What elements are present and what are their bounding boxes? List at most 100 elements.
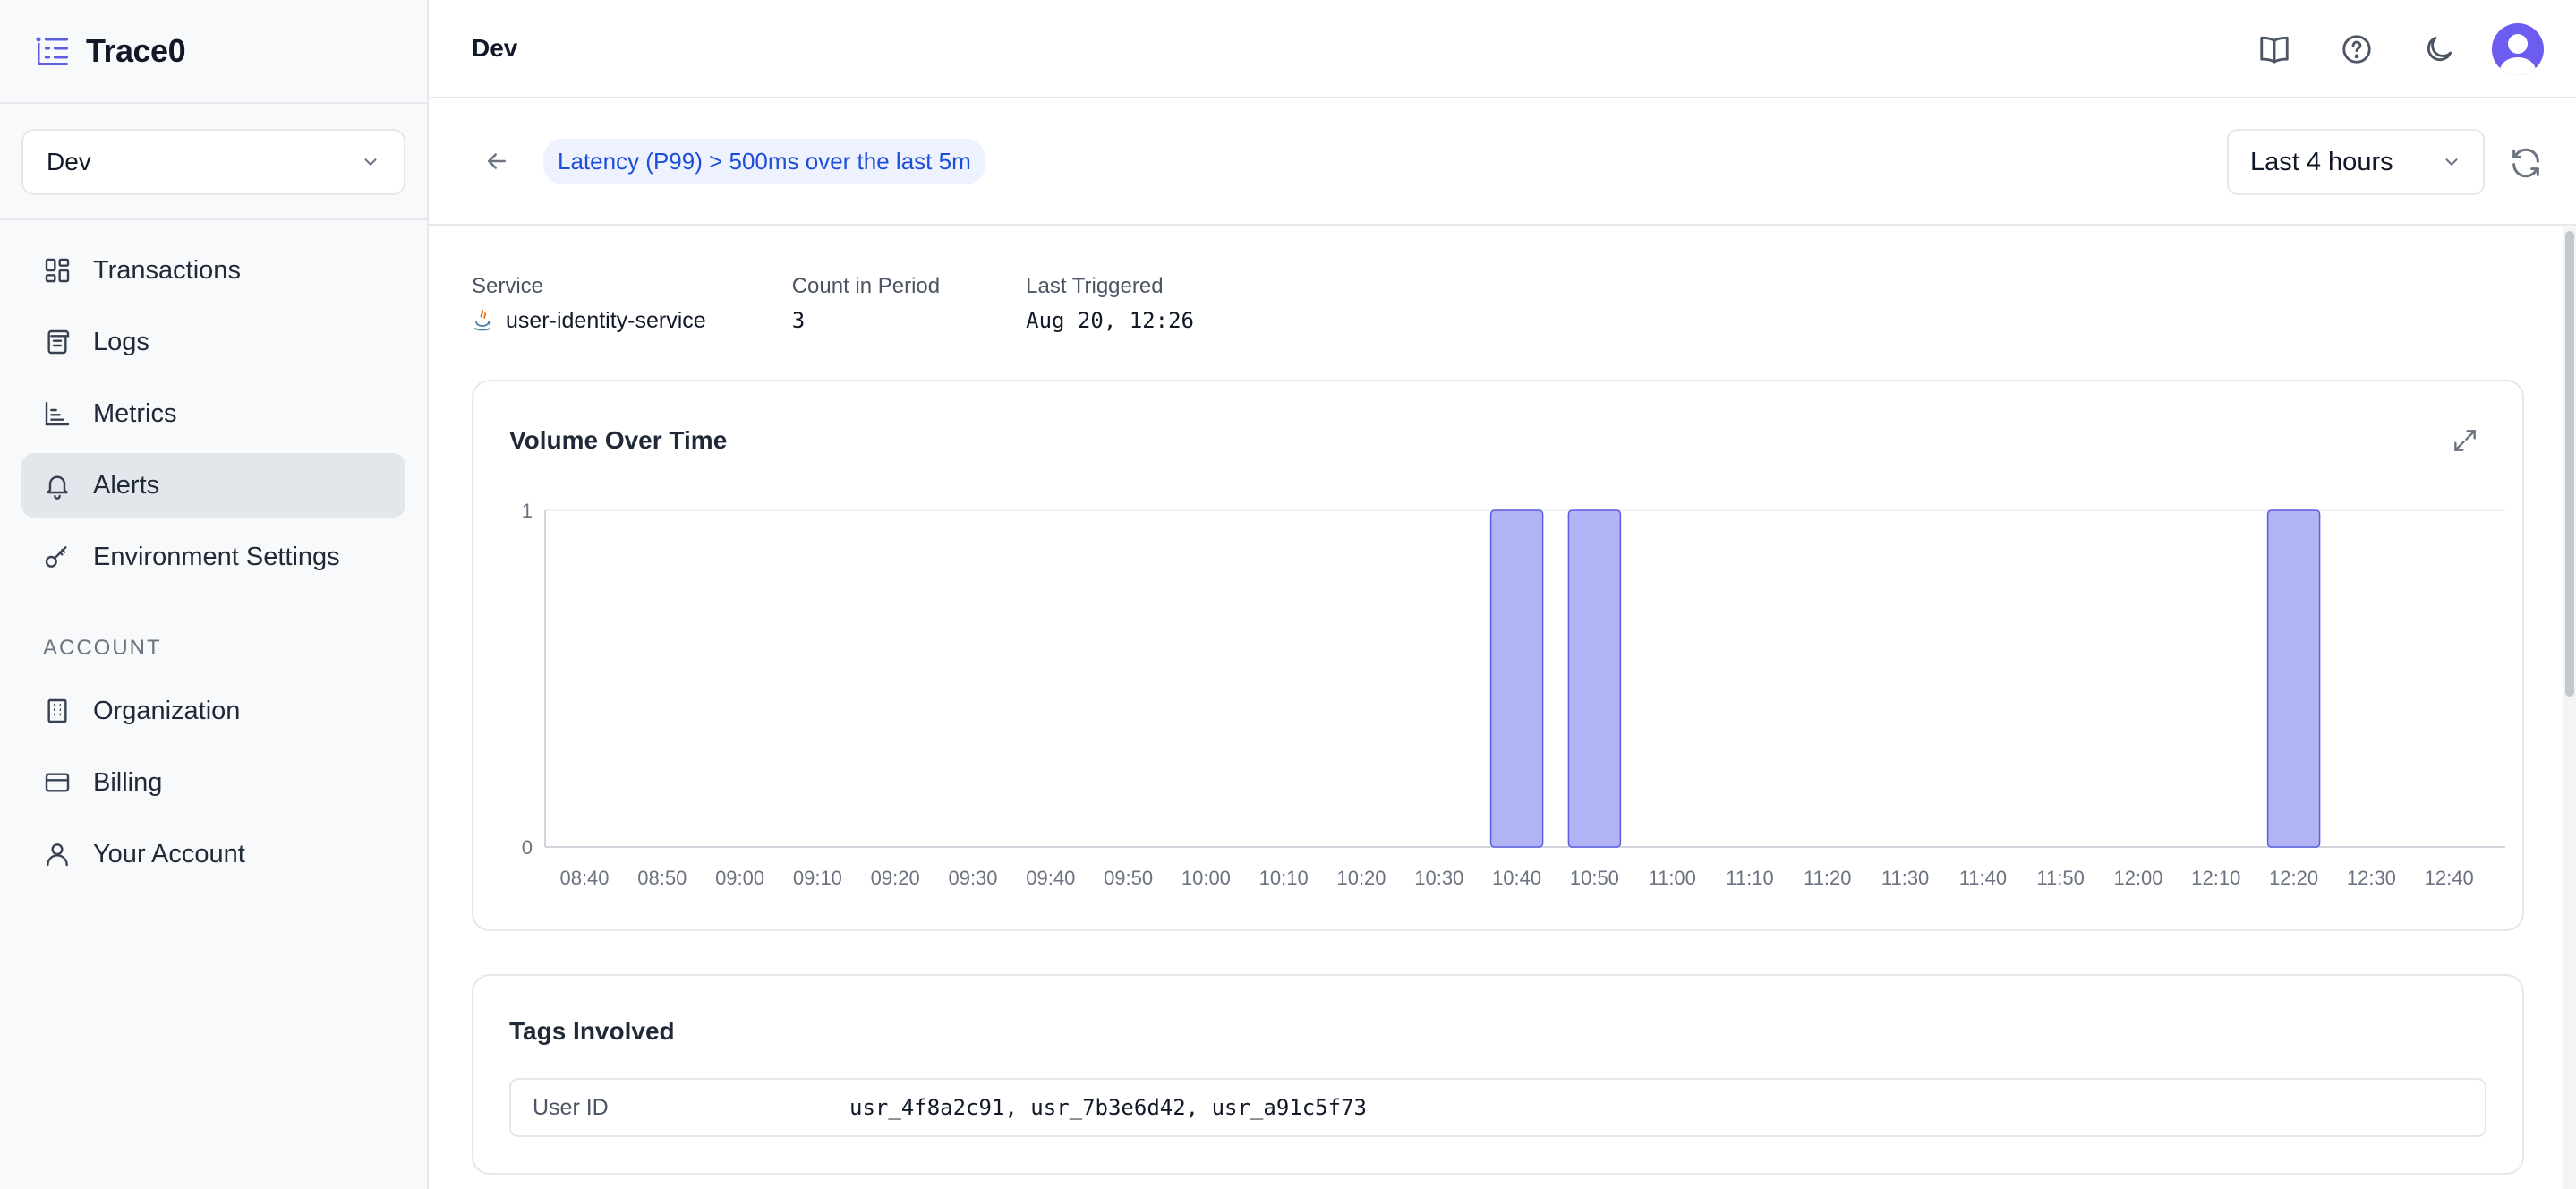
scroll-icon <box>47 329 70 355</box>
x-tick-label: 09:10 <box>793 867 842 889</box>
sidebar-item-logs[interactable]: Logs <box>21 310 405 374</box>
service-info: Service user-identity-service <box>472 274 706 334</box>
brand[interactable]: Trace0 <box>0 0 427 104</box>
y-tick-label: 0 <box>522 836 533 859</box>
x-tick-label: 09:50 <box>1104 867 1153 889</box>
x-tick-label: 10:40 <box>1492 867 1541 889</box>
tag-row: User ID usr_4f8a2c91, usr_7b3e6d42, usr_… <box>509 1078 2486 1137</box>
environment-select-value: Dev <box>47 148 91 175</box>
sidebar-item-label: Billing <box>93 767 163 797</box>
key-icon <box>45 546 67 568</box>
grid-icon <box>45 258 70 283</box>
alert-header: Latency (P99) > 500ms over the last 5m L… <box>429 98 2576 226</box>
logo-icon <box>36 37 68 65</box>
sidebar-item-label: Metrics <box>93 398 177 428</box>
theme-toggle-button[interactable] <box>2410 20 2469 79</box>
x-tick-label: 09:30 <box>948 867 997 889</box>
x-tick-label: 11:00 <box>1648 867 1695 889</box>
sidebar-item-your-account[interactable]: Your Account <box>21 822 405 886</box>
sidebar: Trace0 Dev Transactions Logs Metrics Ale… <box>0 0 429 1189</box>
page-title: Dev <box>472 34 518 62</box>
chart-bar <box>2266 509 2321 848</box>
x-tick-label: 12:00 <box>2113 867 2162 889</box>
credit-card-icon <box>45 773 70 792</box>
y-tick-label: 1 <box>522 500 533 522</box>
tags-card: Tags Involved User ID usr_4f8a2c91, usr_… <box>472 974 2524 1175</box>
x-tick-label: 11:50 <box>2036 867 2084 889</box>
help-icon <box>2342 35 2371 64</box>
volume-chart-card: Volume Over Time 0 1 08:40 08:50 09:00 09:10 0… <box>472 380 2524 931</box>
x-tick-label: 11:10 <box>1726 867 1773 889</box>
chevron-down-icon <box>2445 158 2458 167</box>
sidebar-nav: Transactions Logs Metrics Alerts Environ… <box>0 220 427 886</box>
topbar-actions <box>2222 20 2544 79</box>
x-tick-label: 12:40 <box>2425 867 2474 889</box>
last-triggered-label: Last Triggered <box>1026 274 1164 298</box>
time-range-select[interactable]: Last 4 hours <box>2227 129 2485 195</box>
sidebar-item-label: Transactions <box>93 255 241 285</box>
user-icon <box>47 843 68 867</box>
book-icon <box>2260 36 2289 64</box>
environment-area: Dev <box>0 104 427 220</box>
sidebar-item-metrics[interactable]: Metrics <box>21 381 405 446</box>
main-content: Dev Latency (P99) > 500ms over the last … <box>429 0 2576 1189</box>
time-range-value: Last 4 hours <box>2250 147 2393 176</box>
topbar: Dev <box>429 0 2576 98</box>
service-label: Service <box>472 274 544 298</box>
environment-select[interactable]: Dev <box>21 129 405 195</box>
x-tick-label: 10:20 <box>1336 867 1386 889</box>
bell-icon <box>47 475 68 500</box>
sidebar-item-billing[interactable]: Billing <box>21 750 405 815</box>
alert-title-badge: Latency (P99) > 500ms over the last 5m <box>543 138 985 184</box>
chart-bar <box>1567 509 1622 848</box>
sidebar-item-label: Your Account <box>93 839 245 868</box>
app: Trace0 Dev Transactions Logs Metrics Ale… <box>0 0 2576 1189</box>
x-tick-label: 08:40 <box>559 867 609 889</box>
sidebar-item-label: Logs <box>93 327 149 356</box>
x-tick-label: 10:30 <box>1414 867 1463 889</box>
sidebar-item-transactions[interactable]: Transactions <box>21 238 405 303</box>
x-tick-label: 08:50 <box>637 867 687 889</box>
x-tick-label: 12:30 <box>2347 867 2396 889</box>
last-triggered-value: Aug 20, 12:26 <box>1026 308 1194 333</box>
tag-value: usr_4f8a2c91, usr_7b3e6d42, usr_a91c5f73 <box>849 1095 1367 1120</box>
sidebar-item-label: Alerts <box>93 470 160 500</box>
count-label: Count in Period <box>791 274 941 298</box>
back-button[interactable] <box>481 145 513 177</box>
x-tick-label: 12:20 <box>2269 867 2318 889</box>
arrow-left-icon <box>488 153 506 169</box>
avatar-head <box>2508 34 2528 54</box>
count-info: Count in Period 3 <box>792 274 940 334</box>
x-tick-label: 12:10 <box>2191 867 2240 889</box>
tags-title: Tags Involved <box>509 1017 675 1045</box>
avatar-body <box>2500 57 2536 75</box>
moon-icon <box>2427 36 2452 62</box>
sidebar-item-label: Environment Settings <box>93 542 340 571</box>
help-button[interactable] <box>2327 20 2386 79</box>
building-icon <box>47 698 67 723</box>
x-tick-label: 11:20 <box>1804 867 1851 889</box>
sidebar-item-label: Organization <box>93 696 241 725</box>
avatar[interactable] <box>2492 23 2544 75</box>
alert-info: Service user-identity-service Count in P… <box>472 274 1280 334</box>
sidebar-item-environment-settings[interactable]: Environment Settings <box>21 525 405 589</box>
tag-key: User ID <box>533 1094 609 1120</box>
sidebar-item-organization[interactable]: Organization <box>21 679 405 743</box>
brand-name: Trace0 <box>86 32 186 69</box>
docs-button[interactable] <box>2245 20 2304 79</box>
x-tick-label: 09:40 <box>1026 867 1075 889</box>
x-tick-label: 09:00 <box>715 867 764 889</box>
x-tick-label: 10:50 <box>1570 867 1619 889</box>
service-name: user-identity-service <box>506 308 706 333</box>
count-value: 3 <box>791 308 806 333</box>
volume-chart: 0 1 08:40 08:50 09:00 09:10 09:20 09:30 09:40 09:… <box>522 500 2505 889</box>
refresh-icon[interactable] <box>2508 145 2544 181</box>
x-tick-label: 11:40 <box>1959 867 2007 889</box>
bar-chart-icon <box>45 401 70 426</box>
chevron-down-icon <box>364 158 377 167</box>
sidebar-item-alerts[interactable]: Alerts <box>21 453 405 518</box>
x-tick-label: 10:00 <box>1181 867 1231 889</box>
scrollbar-thumb[interactable] <box>2565 231 2574 697</box>
account-section-label: ACCOUNT <box>43 636 162 660</box>
x-tick-label: 10:10 <box>1259 867 1309 889</box>
